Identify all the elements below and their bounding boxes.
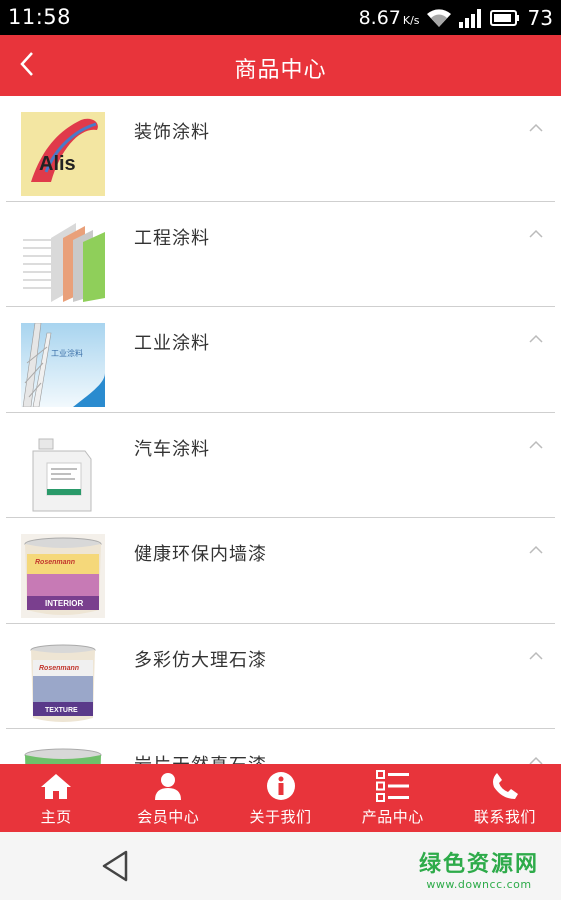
phone-icon — [488, 770, 522, 802]
chevron-up-icon — [529, 751, 543, 764]
chevron-up-icon — [529, 118, 543, 132]
watermark: 绿色资源网 www.downcc.com — [419, 846, 539, 891]
nav-label: 会员中心 — [137, 808, 200, 826]
brand-text: Rosenmann — [35, 559, 75, 566]
nav-label: 产品中心 — [361, 808, 424, 826]
product-name: 多彩仿大理石漆 — [134, 649, 267, 671]
product-list: Alis 装饰涂料 工程涂料 工业涂料 工业涂料 汽车涂料 Rosenmann … — [0, 96, 561, 764]
product-item-decorative-coating[interactable]: Alis 装饰涂料 — [6, 96, 555, 202]
page-title: 商品中心 — [234, 58, 327, 83]
bucket-label: TEXTURE — [45, 707, 78, 714]
product-item-automotive-coating[interactable]: 汽车涂料 — [6, 413, 555, 518]
thumb-caption: 工业涂料 — [51, 348, 83, 358]
status-time: 11:58 — [8, 5, 72, 29]
signal-icon — [458, 8, 484, 28]
product-name: 工程涂料 — [134, 227, 210, 249]
network-speed-value: 8.67 — [358, 7, 401, 29]
chevron-up-icon — [529, 540, 543, 554]
alis-logo-text: Alis — [39, 153, 76, 175]
chevron-up-icon — [529, 435, 543, 449]
app-header: 商品中心 — [0, 35, 561, 96]
home-icon — [39, 770, 73, 802]
product-thumbnail: Alis — [21, 112, 105, 196]
list-icon — [375, 770, 410, 802]
chevron-up-icon — [529, 224, 543, 238]
nav-label: 联系我们 — [473, 808, 536, 826]
product-item-engineering-coating[interactable]: 工程涂料 — [6, 202, 555, 307]
wifi-icon — [426, 8, 452, 28]
chevron-up-icon — [529, 329, 543, 343]
nav-item-product-center[interactable]: 产品中心 — [337, 764, 449, 832]
product-thumbnail: Rosenmann INTERIOR — [21, 534, 105, 618]
product-item-interior-wall-paint[interactable]: Rosenmann INTERIOR 健康环保内墙漆 — [6, 518, 555, 624]
product-thumbnail — [21, 217, 105, 302]
product-name: 工业涂料 — [134, 333, 210, 354]
product-thumbnail: 工业涂料 — [21, 323, 105, 407]
system-nav-bar: 绿色资源网 www.downcc.com — [0, 832, 561, 900]
battery-level: 73 — [527, 6, 553, 30]
product-thumbnail — [21, 745, 105, 764]
status-bar: 11:58 8.67 K/s 73 — [0, 0, 561, 35]
info-icon — [264, 770, 298, 802]
product-item-stone-paint[interactable]: 岩片天然真石漆 — [6, 729, 555, 764]
nav-label: 主页 — [40, 808, 72, 826]
product-item-industrial-coating[interactable]: 工业涂料 工业涂料 — [6, 307, 555, 413]
status-indicators: 8.67 K/s 73 — [359, 5, 553, 31]
system-back-icon[interactable] — [98, 846, 132, 886]
nav-item-member-center[interactable]: 会员中心 — [112, 764, 224, 832]
brand-text: Rosenmann — [39, 665, 79, 672]
battery-icon — [489, 9, 520, 27]
product-name: 装饰涂料 — [134, 122, 210, 143]
nav-item-about-us[interactable]: 关于我们 — [224, 764, 336, 832]
network-speed: 8.67 K/s — [359, 7, 420, 29]
nav-item-contact-us[interactable]: 联系我们 — [449, 764, 561, 832]
chevron-up-icon — [529, 646, 543, 660]
product-thumbnail — [21, 428, 105, 513]
product-name: 汽车涂料 — [134, 438, 210, 460]
nav-label: 关于我们 — [249, 808, 312, 826]
product-name: 岩片天然真石漆 — [134, 751, 267, 764]
watermark-title: 绿色资源网 — [418, 852, 539, 877]
bucket-label: INTERIOR — [45, 599, 83, 608]
product-thumbnail: Rosenmann TEXTURE — [21, 639, 105, 724]
product-item-marble-paint[interactable]: Rosenmann TEXTURE 多彩仿大理石漆 — [6, 624, 555, 729]
nav-item-home[interactable]: 主页 — [0, 764, 112, 832]
user-icon — [151, 770, 185, 802]
bottom-nav: 主页 会员中心 关于我们 产品中心 联系我们 — [0, 764, 561, 832]
product-name: 健康环保内墙漆 — [134, 544, 267, 565]
watermark-url: www.downcc.com — [426, 878, 532, 891]
network-speed-unit: K/s — [402, 14, 420, 27]
